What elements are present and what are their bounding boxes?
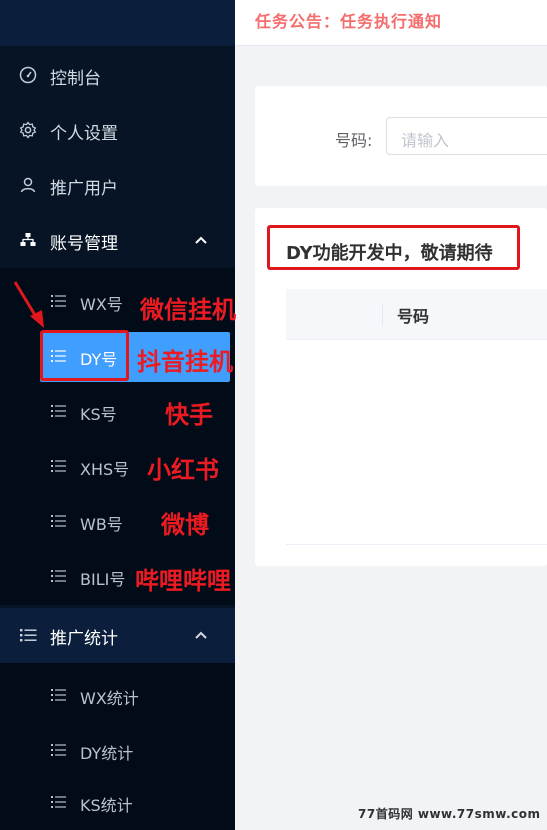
notice-bar: 任务公告：任务执行通知	[235, 0, 547, 46]
annotation-label: 快手	[165, 401, 213, 429]
sidebar-item-label: 推广统计	[50, 629, 118, 649]
sidebar-item-account-management[interactable]: 账号管理	[0, 213, 235, 268]
chevron-up-icon	[195, 631, 207, 639]
list-icon	[51, 689, 66, 701]
column-header-number: 号码	[397, 307, 430, 326]
sidebar-item-label: 账号管理	[50, 234, 118, 254]
sidebar-item-label: 推广用户	[50, 179, 118, 199]
sub-item-wx-stats[interactable]: WX统计	[0, 668, 235, 723]
sub-item-label: DY统计	[80, 744, 134, 763]
notice-text: 任务公告：任务执行通知	[255, 12, 443, 31]
annotation-label: 微信挂机	[140, 296, 236, 324]
sub-item-label: XHS号	[80, 460, 130, 479]
sidebar-item-promo-stats[interactable]: 推广统计	[0, 608, 235, 663]
list-icon	[20, 629, 37, 642]
sub-item-label: WX统计	[80, 689, 139, 708]
sub-item-label: KS号	[80, 405, 117, 424]
list-icon	[51, 460, 66, 472]
list-icon	[51, 744, 66, 756]
sidebar-item-promo-users[interactable]: 推广用户	[0, 158, 235, 213]
sidebar-item-label: 控制台	[50, 69, 101, 89]
annotation-label: 抖音挂机	[137, 348, 233, 376]
table-header: 号码	[286, 289, 547, 340]
search-label: 号码:	[335, 131, 373, 150]
search-card: 号码: 请输入	[255, 86, 547, 186]
org-chart-icon	[20, 233, 36, 246]
arrow-icon	[13, 281, 44, 328]
sidebar-item-settings[interactable]: 个人设置	[0, 103, 235, 158]
sub-item-label: WX号	[80, 295, 123, 314]
dashboard-icon	[19, 66, 37, 84]
column-divider	[382, 303, 383, 325]
search-placeholder: 请输入	[401, 131, 450, 150]
list-icon	[51, 295, 66, 307]
list-icon	[51, 405, 66, 417]
search-input[interactable]: 请输入	[386, 117, 547, 155]
sidebar-item-dashboard[interactable]: 控制台	[0, 48, 235, 103]
gear-icon	[19, 121, 37, 139]
list-icon	[51, 515, 66, 527]
sub-item-label: BILI号	[80, 570, 126, 589]
annotation-box-dy	[40, 330, 129, 381]
table-bottom-border	[286, 544, 547, 545]
sub-item-dy-stats[interactable]: DY统计	[0, 723, 235, 778]
watermark: 77首码网 www.77smw.com	[358, 807, 541, 821]
annotation-label: 小红书	[147, 456, 219, 484]
annotation-label: 微博	[161, 511, 209, 539]
annotation-box-dev-notice	[267, 225, 520, 270]
user-icon	[20, 177, 36, 193]
annotation-label: 哔哩哔哩	[135, 567, 231, 595]
list-icon	[51, 570, 66, 582]
sidebar-item-label: 个人设置	[50, 124, 118, 144]
list-icon	[51, 796, 66, 808]
logo-bar	[0, 0, 235, 46]
sub-item-label: KS统计	[80, 796, 133, 815]
sub-item-ks-stats[interactable]: KS统计	[0, 775, 235, 830]
sub-item-label: WB号	[80, 515, 123, 534]
chevron-up-icon	[195, 236, 207, 244]
